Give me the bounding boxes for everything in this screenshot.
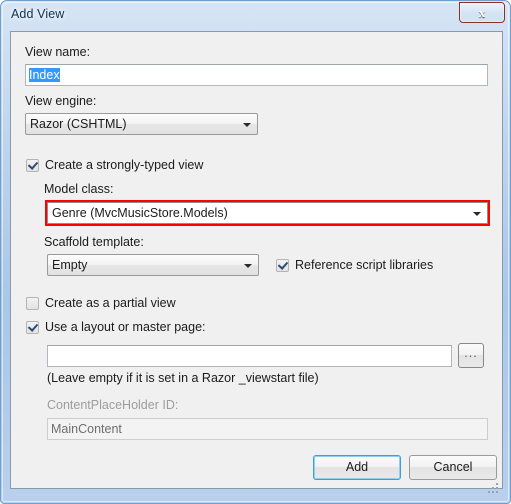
use-layout-checkbox[interactable]: Use a layout or master page: <box>26 319 206 335</box>
view-engine-combobox[interactable]: Razor (CSHTML) <box>25 113 258 135</box>
resize-grip[interactable] <box>486 481 498 493</box>
view-name-input[interactable]: Index <box>25 64 488 86</box>
checkbox-icon <box>26 158 39 172</box>
scaffold-template-value: Empty <box>52 258 88 272</box>
dialog-client-area: View name: Index View engine: Razor (CSH… <box>10 31 503 489</box>
use-layout-label: Use a layout or master page: <box>45 320 206 334</box>
add-view-dialog: Add View x View name: Index View engine:… <box>0 0 511 504</box>
add-button[interactable]: Add <box>313 455 401 480</box>
layout-hint-text: (Leave empty if it is set in a Razor _vi… <box>47 371 319 385</box>
title-bar: Add View x <box>1 1 510 31</box>
content-placeholder-input: MainContent <box>47 418 488 440</box>
chevron-down-icon <box>473 212 481 216</box>
checkbox-icon <box>276 258 289 272</box>
scaffold-template-combobox[interactable]: Empty <box>47 254 259 276</box>
chevron-down-icon <box>243 123 251 127</box>
partial-view-label: Create as a partial view <box>45 296 176 310</box>
close-icon: x <box>478 5 486 20</box>
scaffold-template-label: Scaffold template: <box>44 235 144 249</box>
partial-view-checkbox[interactable]: Create as a partial view <box>26 295 176 311</box>
view-name-value: Index <box>29 68 60 82</box>
browse-layout-button[interactable]: ... <box>458 343 484 368</box>
cancel-button[interactable]: Cancel <box>409 455 497 480</box>
strongly-typed-label: Create a strongly-typed view <box>45 158 204 172</box>
strongly-typed-checkbox[interactable]: Create a strongly-typed view <box>26 157 203 173</box>
content-placeholder-label: ContentPlaceHolder ID: <box>47 398 179 412</box>
view-engine-value: Razor (CSHTML) <box>30 117 127 131</box>
reference-scripts-label: Reference script libraries <box>295 258 434 272</box>
model-class-label: Model class: <box>44 182 114 196</box>
close-button[interactable]: x <box>459 2 505 23</box>
reference-scripts-checkbox[interactable]: Reference script libraries <box>276 257 433 273</box>
view-name-label: View name: <box>25 45 91 59</box>
checkbox-icon <box>26 296 39 310</box>
chevron-down-icon <box>244 264 252 268</box>
view-engine-label: View engine: <box>25 94 97 108</box>
content-placeholder-value: MainContent <box>51 422 122 436</box>
model-class-value: Genre (MvcMusicStore.Models) <box>52 206 228 220</box>
checkbox-icon <box>26 320 39 334</box>
layout-path-input[interactable] <box>47 345 452 367</box>
window-title: Add View <box>11 7 65 21</box>
model-class-combobox[interactable]: Genre (MvcMusicStore.Models) <box>47 202 488 224</box>
